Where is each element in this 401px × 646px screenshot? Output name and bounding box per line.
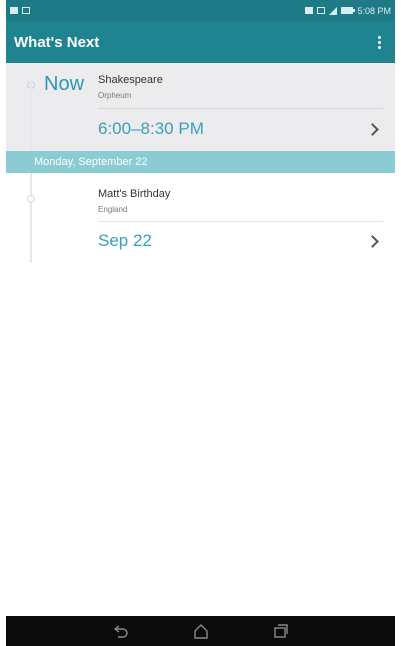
status-left — [10, 7, 30, 14]
now-label: Now — [44, 73, 85, 95]
overflow-dot — [378, 40, 381, 44]
status-bar: 5:08 PM — [6, 0, 395, 21]
event-title: Matt's Birthday — [98, 188, 171, 200]
event-date-row[interactable]: Sep 22 — [98, 231, 383, 251]
home-icon[interactable] — [190, 622, 212, 640]
event-location: Orpheum — [98, 91, 132, 100]
more-vert-icon[interactable] — [374, 32, 385, 53]
event-time: 6:00–8:30 PM — [98, 119, 204, 138]
date-header-label: Monday, September 22 — [34, 156, 148, 168]
recents-icon[interactable] — [270, 622, 292, 640]
event-location: England — [98, 205, 128, 214]
divider — [98, 108, 383, 109]
timeline-node — [27, 195, 35, 203]
divider — [98, 221, 383, 222]
signal-icon — [329, 6, 338, 15]
overflow-dot — [378, 35, 381, 39]
event-date: Sep 22 — [98, 231, 152, 250]
overflow-dot — [378, 45, 381, 49]
navigation-bar — [6, 616, 395, 646]
sync-icon — [305, 7, 314, 14]
status-time: 5:08 PM — [357, 5, 391, 16]
device-frame-right — [395, 0, 401, 646]
notification-icon — [22, 7, 30, 14]
notification-icon — [10, 7, 18, 14]
chevron-right-icon — [366, 122, 379, 136]
event-title: Shakespeare — [98, 74, 163, 86]
event-time-row[interactable]: 6:00–8:30 PM — [98, 119, 383, 139]
vibrate-icon — [317, 7, 326, 14]
now-event-card[interactable]: Now Shakespeare Orpheum 6:00–8:30 PM — [6, 63, 395, 151]
status-right: 5:08 PM — [305, 6, 391, 16]
app-bar: What's Next — [6, 21, 395, 63]
chevron-right-icon — [366, 234, 379, 248]
app-title: What's Next — [14, 33, 100, 51]
device: 5:08 PM What's Next Now Shakespeare Orph… — [0, 0, 401, 646]
back-icon[interactable] — [110, 622, 132, 640]
battery-icon — [341, 7, 356, 14]
date-header: Monday, September 22 — [6, 151, 395, 173]
screen: 5:08 PM What's Next Now Shakespeare Orph… — [6, 0, 395, 646]
